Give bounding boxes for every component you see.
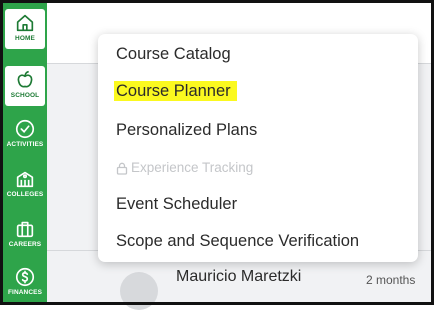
sidebar-item-careers[interactable]: CAREERS — [5, 215, 45, 255]
briefcase-icon — [16, 221, 34, 238]
menu-item-label: Experience Tracking — [131, 160, 254, 175]
sidebar-item-label: SCHOOL — [10, 92, 40, 99]
sidebar-item-label: COLLEGES — [6, 191, 44, 198]
menu-item-course-catalog[interactable]: Course Catalog — [116, 44, 231, 64]
list-item-name: Mauricio Maretzki — [176, 268, 302, 285]
sidebar-item-home[interactable]: HOME — [5, 9, 45, 49]
sidebar-item-colleges[interactable]: COLLEGES — [5, 165, 45, 205]
lock-icon — [116, 162, 128, 175]
sidebar-item-activities[interactable]: ACTIVITIES — [5, 115, 45, 155]
menu-item-experience-tracking: Experience Tracking — [116, 158, 253, 178]
sidebar-item-label: FINANCES — [7, 289, 43, 296]
school-dropdown-menu: Course Catalog Course Planner Personaliz… — [98, 34, 418, 262]
home-icon — [16, 14, 34, 32]
menu-item-event-scheduler[interactable]: Event Scheduler — [116, 194, 237, 214]
menu-item-personalized-plans[interactable]: Personalized Plans — [116, 120, 257, 140]
check-circle-icon — [15, 119, 35, 139]
sidebar-item-label: ACTIVITIES — [6, 141, 44, 148]
main-sidebar: HOME SCHOOL ACTIVITIES COLLEGES CAREERS … — [3, 3, 47, 302]
menu-item-scope-sequence-verification[interactable]: Scope and Sequence Verification — [116, 231, 359, 251]
list-item[interactable]: Mauricio Maretzki 2 months — [98, 268, 428, 310]
sidebar-item-school[interactable]: SCHOOL — [5, 66, 45, 106]
avatar — [120, 272, 158, 310]
sidebar-item-finances[interactable]: FINANCES — [5, 263, 45, 303]
sidebar-item-label: HOME — [15, 35, 35, 42]
list-item-time: 2 months — [366, 273, 416, 287]
sidebar-item-label: CAREERS — [8, 241, 42, 248]
menu-item-course-planner[interactable]: Course Planner — [114, 81, 237, 101]
apple-icon — [17, 70, 33, 88]
dollar-icon — [15, 267, 35, 287]
college-icon — [16, 171, 34, 188]
